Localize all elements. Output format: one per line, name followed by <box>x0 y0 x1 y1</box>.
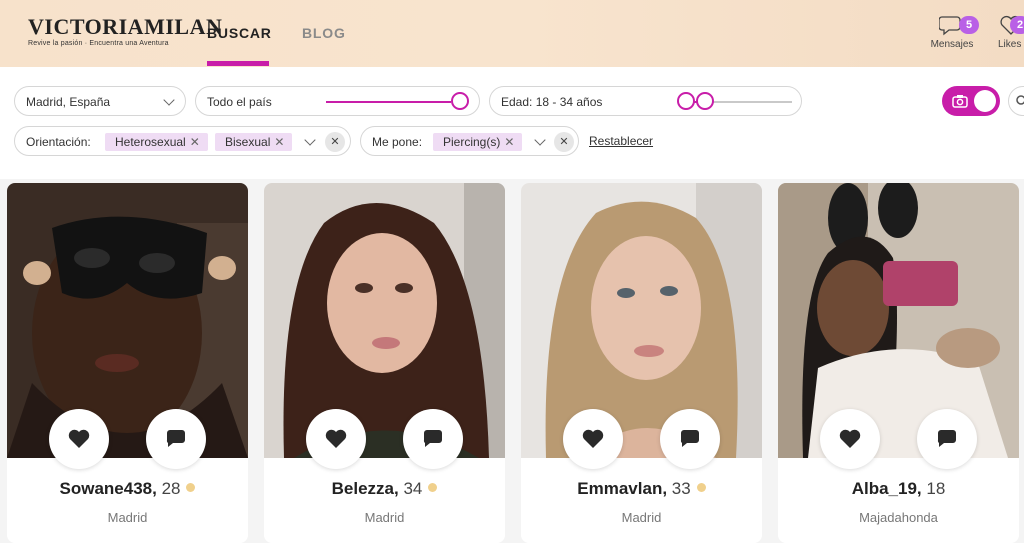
heart-icon <box>582 429 604 448</box>
chip-bisexual[interactable]: Bisexual ✕ <box>215 133 293 151</box>
message-button[interactable] <box>660 409 720 469</box>
chat-icon <box>423 430 442 447</box>
likes-count-badge: 2 <box>1010 16 1024 34</box>
profile-name-row[interactable]: Alba_19, 18 <box>778 479 1019 499</box>
profile-city: Majadahonda <box>859 510 938 525</box>
chip-label: Bisexual <box>225 135 271 149</box>
photo-only-toggle[interactable] <box>942 86 1000 116</box>
profile-name-row[interactable]: Sowane438, 28 <box>7 479 248 499</box>
chip-piercing[interactable]: Piercing(s) ✕ <box>433 133 523 151</box>
profile-card[interactable]: Alba_19, 18 Majadahonda <box>778 183 1019 543</box>
like-button[interactable] <box>306 409 366 469</box>
chip-label: Piercing(s) <box>443 135 501 149</box>
remove-chip-icon[interactable]: ✕ <box>274 135 284 149</box>
like-button[interactable] <box>563 409 623 469</box>
chat-icon <box>937 430 956 447</box>
heart-icon <box>325 429 347 448</box>
scope-value: Todo el país <box>207 95 272 109</box>
age-value: Edad: 18 - 34 años <box>501 95 603 109</box>
profile-city: Madrid <box>364 510 405 525</box>
profile-name-row[interactable]: Belezza, 34 <box>264 479 505 499</box>
profile-photo[interactable] <box>521 183 762 458</box>
orientation-label: Orientación: <box>26 135 91 149</box>
camera-icon <box>952 95 968 108</box>
toggle-knob <box>974 90 996 112</box>
location-select[interactable]: Madrid, España <box>14 86 186 116</box>
turn-on-label: Me pone: <box>372 135 423 149</box>
profile-photo[interactable] <box>264 183 505 458</box>
likes-button[interactable]: 2 Likes <box>994 14 1024 50</box>
online-status-dot <box>428 483 438 492</box>
profile-age: 34 <box>403 479 423 498</box>
reset-filters-link[interactable]: Restablecer <box>589 134 653 148</box>
messages-label: Mensajes <box>930 39 974 50</box>
turn-on-filter[interactable]: Me pone: Piercing(s) ✕ ✕ <box>360 126 579 156</box>
chevron-down-icon <box>163 94 175 106</box>
clear-orientation-icon[interactable]: ✕ <box>325 132 345 152</box>
profile-city: Madrid <box>107 510 148 525</box>
victoria-milan-logo[interactable]: VICTORIAMILAN Revive la pasión · Encuent… <box>28 14 223 48</box>
scope-slider-handle[interactable] <box>451 92 469 110</box>
chip-label: Heterosexual <box>115 135 186 149</box>
active-nav-indicator <box>207 61 269 66</box>
chevron-down-icon[interactable] <box>534 134 546 146</box>
profile-age: 33 <box>671 479 691 498</box>
profile-card[interactable]: Sowane438, 28 Madrid <box>7 183 248 543</box>
clear-turn-on-icon[interactable]: ✕ <box>554 132 574 152</box>
profile-city: Madrid <box>621 510 662 525</box>
likes-label: Likes <box>998 39 1022 50</box>
message-button[interactable] <box>146 409 206 469</box>
remove-chip-icon[interactable]: ✕ <box>504 135 514 149</box>
messages-button[interactable]: 5 Mensajes <box>928 14 979 50</box>
scope-range-filter[interactable]: Todo el país <box>195 86 480 116</box>
search-icon <box>1016 95 1024 105</box>
chat-icon <box>166 430 185 447</box>
profile-name: Sowane438, <box>59 479 157 498</box>
profile-age: 18 <box>926 479 946 498</box>
profile-photo[interactable] <box>778 183 1019 458</box>
orientation-filter[interactable]: Orientación: Heterosexual ✕ Bisexual ✕ ✕ <box>14 126 351 156</box>
online-status-dot <box>696 483 706 492</box>
message-button[interactable] <box>917 409 977 469</box>
logo-name: VICTORIAMILAN <box>28 14 223 39</box>
logo-tagline: Revive la pasión · Encuentra una Aventur… <box>28 40 169 47</box>
profile-name: Emmavlan, <box>577 479 668 498</box>
profile-card[interactable]: Belezza, 34 Madrid <box>264 183 505 543</box>
messages-count-badge: 5 <box>959 16 979 34</box>
filter-panel <box>0 67 1024 179</box>
chevron-down-icon[interactable] <box>304 134 316 146</box>
like-button[interactable] <box>820 409 880 469</box>
nav-buscar[interactable]: BUSCAR <box>207 25 272 41</box>
age-min-handle[interactable] <box>677 92 695 110</box>
profile-name: Belezza, <box>331 479 399 498</box>
remove-chip-icon[interactable]: ✕ <box>190 135 200 149</box>
top-header: VICTORIAMILAN Revive la pasión · Encuent… <box>0 0 1024 67</box>
heart-icon <box>68 429 90 448</box>
heart-icon <box>839 429 861 448</box>
scope-slider-fill <box>326 101 451 103</box>
profile-card[interactable]: Emmavlan, 33 Madrid <box>521 183 762 543</box>
chip-heterosexual[interactable]: Heterosexual ✕ <box>105 133 208 151</box>
like-button[interactable] <box>49 409 109 469</box>
profile-age: 28 <box>161 479 181 498</box>
chat-icon <box>680 430 699 447</box>
nav-blog[interactable]: BLOG <box>302 25 346 41</box>
online-status-dot <box>186 483 196 492</box>
profile-photo[interactable] <box>7 183 248 458</box>
location-value: Madrid, España <box>26 95 111 109</box>
message-button[interactable] <box>403 409 463 469</box>
age-max-handle[interactable] <box>696 92 714 110</box>
age-range-filter[interactable]: Edad: 18 - 34 años <box>489 86 802 116</box>
profile-name: Alba_19, <box>851 479 922 498</box>
profile-name-row[interactable]: Emmavlan, 33 <box>521 479 762 499</box>
